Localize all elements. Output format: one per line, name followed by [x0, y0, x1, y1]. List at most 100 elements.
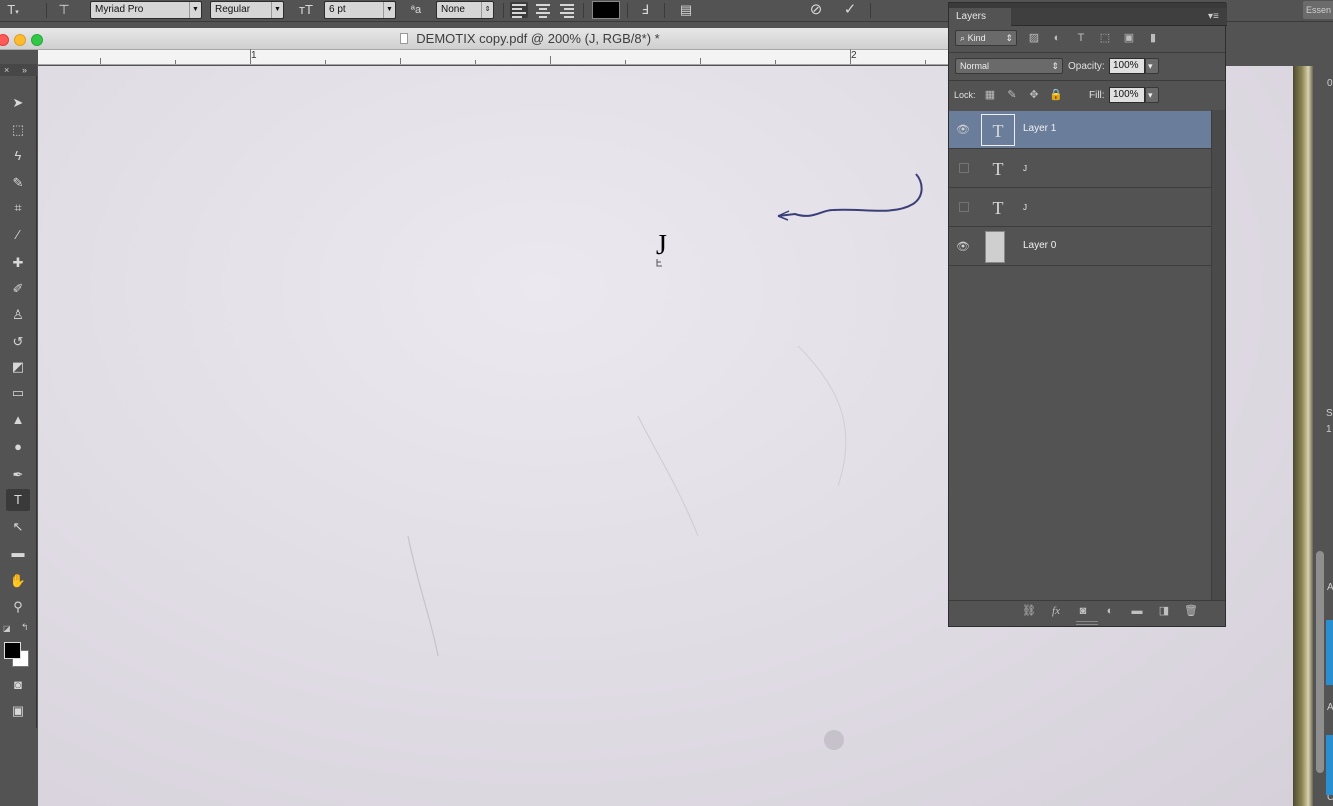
collapse-panel-icon[interactable]: »: [22, 64, 27, 76]
horizontal-ruler[interactable]: 1 2: [38, 49, 948, 65]
add-mask-icon[interactable]: ◙: [1075, 604, 1091, 618]
dodge-tool-icon[interactable]: ●: [6, 436, 30, 458]
ruler-tick: [250, 49, 251, 64]
fill-field[interactable]: 100%: [1109, 87, 1145, 103]
ruler-label: 1: [251, 50, 257, 61]
type-tool-icon[interactable]: T: [6, 489, 30, 511]
ruler-tick: [175, 60, 176, 64]
hand-tool-icon[interactable]: ✋: [6, 570, 30, 592]
character-panel-icon[interactable]: ▤: [676, 1, 696, 19]
foreground-color-swatch[interactable]: [4, 642, 21, 659]
commit-edits-icon[interactable]: ✓: [840, 1, 860, 19]
filter-shape-icon[interactable]: ⬚: [1098, 31, 1112, 45]
filter-adjustment-icon[interactable]: ◐: [1050, 31, 1064, 45]
swap-colors-icon[interactable]: ↰: [21, 622, 29, 633]
opacity-slider-toggle[interactable]: ▾: [1145, 58, 1159, 74]
pen-tool-icon[interactable]: ✒: [6, 464, 30, 486]
tools-panel-header[interactable]: × »: [0, 64, 37, 76]
layer-row[interactable]: 👁 T Layer 1: [949, 111, 1211, 149]
lasso-tool-icon[interactable]: ϟ: [6, 145, 30, 167]
opacity-label: Opacity:: [1068, 61, 1105, 72]
visibility-toggle[interactable]: [959, 202, 969, 212]
clone-stamp-tool-icon[interactable]: ♙: [6, 304, 30, 326]
blur-tool-icon[interactable]: ▲: [6, 409, 30, 431]
anti-alias-icon: ªa: [410, 4, 422, 16]
history-brush-tool-icon[interactable]: ↺: [6, 331, 30, 353]
close-panel-icon[interactable]: ×: [4, 64, 9, 76]
vertical-scrollbar[interactable]: [1316, 551, 1324, 773]
eye-icon[interactable]: 👁: [955, 239, 971, 255]
toggle-text-orientation-icon[interactable]: ⊤: [54, 1, 74, 19]
warp-text-icon[interactable]: Ⅎ: [635, 1, 655, 19]
panel-menu-icon[interactable]: ▾≡: [1208, 11, 1222, 23]
document-title-text: DEMOTIX copy.pdf @ 200% (J, RGB/8*) *: [416, 31, 660, 46]
lock-all-icon[interactable]: 🔒: [1049, 88, 1063, 102]
ruler-tick: [925, 60, 926, 64]
align-right-button[interactable]: [558, 2, 576, 18]
filter-pixel-icon[interactable]: ▨: [1027, 31, 1041, 45]
type-tool-preset-icon[interactable]: T▾: [3, 1, 23, 19]
filter-toggle-icon[interactable]: ▮: [1146, 31, 1160, 45]
eraser-tool-icon[interactable]: ◩: [6, 356, 30, 378]
eyedropper-tool-icon[interactable]: ⁄: [6, 224, 30, 246]
brush-tool-icon[interactable]: ✐: [6, 278, 30, 300]
layer-row[interactable]: 👁 Layer 0: [949, 228, 1211, 266]
zoom-tool-icon[interactable]: ⚲: [6, 596, 30, 618]
text-color-swatch[interactable]: [592, 1, 620, 19]
quick-selection-tool-icon[interactable]: ✎: [6, 172, 30, 194]
lock-position-icon[interactable]: ✥: [1027, 88, 1041, 102]
visibility-toggle[interactable]: [959, 163, 969, 173]
filter-kind-select[interactable]: ⌕ Kind ⇕: [955, 30, 1017, 46]
move-tool-icon[interactable]: ➤: [6, 92, 30, 114]
anti-alias-select[interactable]: None ⇕: [436, 1, 494, 19]
layer-row[interactable]: T J: [949, 150, 1211, 188]
marquee-tool-icon[interactable]: ⬚: [6, 119, 30, 141]
dock-label: 1: [1326, 424, 1332, 435]
layers-panel-footer: ⛓ fx ◙ ◐ ▬ ◨ 🗑: [949, 600, 1225, 620]
default-colors-icon[interactable]: ◪: [3, 624, 11, 633]
workspace-switcher[interactable]: Essen: [1303, 1, 1333, 19]
opacity-field[interactable]: 100%: [1109, 58, 1145, 74]
ink-arrow-drawing: [777, 173, 923, 221]
layer-list-scrollbar[interactable]: [1211, 110, 1225, 600]
healing-brush-tool-icon[interactable]: ✚: [6, 252, 30, 274]
font-size-select[interactable]: 6 pt ▼: [324, 1, 396, 19]
cancel-edits-icon[interactable]: ⊘: [806, 1, 826, 19]
dock-accent-tab[interactable]: [1326, 620, 1333, 685]
new-layer-icon[interactable]: ◨: [1156, 604, 1172, 618]
align-left-button[interactable]: [510, 2, 528, 18]
ruler-tick: [400, 58, 401, 64]
canvas-edge-photo: [1293, 66, 1315, 806]
fill-slider-toggle[interactable]: ▾: [1145, 87, 1159, 103]
filter-type-icon[interactable]: T: [1074, 31, 1088, 45]
layer-style-icon[interactable]: fx: [1048, 604, 1064, 618]
layers-tab[interactable]: Layers: [949, 8, 1011, 26]
rectangle-tool-icon[interactable]: ▬: [6, 542, 30, 564]
align-center-button[interactable]: [534, 2, 552, 18]
gradient-tool-icon[interactable]: ▭: [6, 382, 30, 404]
blend-mode-select[interactable]: Normal ⇕: [955, 58, 1063, 74]
path-selection-tool-icon[interactable]: ↖: [6, 516, 30, 538]
new-group-icon[interactable]: ▬: [1129, 604, 1145, 618]
eye-icon[interactable]: 👁: [955, 122, 971, 138]
chevron-down-icon: ▼: [271, 2, 283, 18]
screen-mode-icon[interactable]: ▣: [6, 700, 30, 722]
layer-name[interactable]: J: [1023, 203, 1027, 212]
panel-resize-grip[interactable]: [1076, 621, 1098, 625]
layer-name[interactable]: J: [1023, 164, 1027, 173]
layer-name[interactable]: Layer 0: [1023, 240, 1056, 251]
layers-tab-row: Layers ▾≡: [949, 8, 1227, 26]
font-family-select[interactable]: Myriad Pro ▼: [90, 1, 202, 19]
delete-layer-icon[interactable]: 🗑: [1183, 604, 1199, 618]
lock-image-icon[interactable]: ✎: [1005, 88, 1019, 102]
layer-row[interactable]: T J: [949, 189, 1211, 227]
filter-smart-object-icon[interactable]: ▣: [1122, 31, 1136, 45]
dock-accent-tab[interactable]: [1326, 735, 1333, 795]
font-style-select[interactable]: Regular ▼: [210, 1, 284, 19]
adjustment-layer-icon[interactable]: ◐: [1102, 604, 1118, 618]
layer-name[interactable]: Layer 1: [1023, 123, 1056, 134]
crop-tool-icon[interactable]: ⌗: [6, 197, 30, 219]
quick-mask-icon[interactable]: ◙: [6, 674, 30, 696]
link-layers-icon[interactable]: ⛓: [1021, 604, 1037, 618]
lock-transparent-icon[interactable]: ▦: [983, 88, 997, 102]
